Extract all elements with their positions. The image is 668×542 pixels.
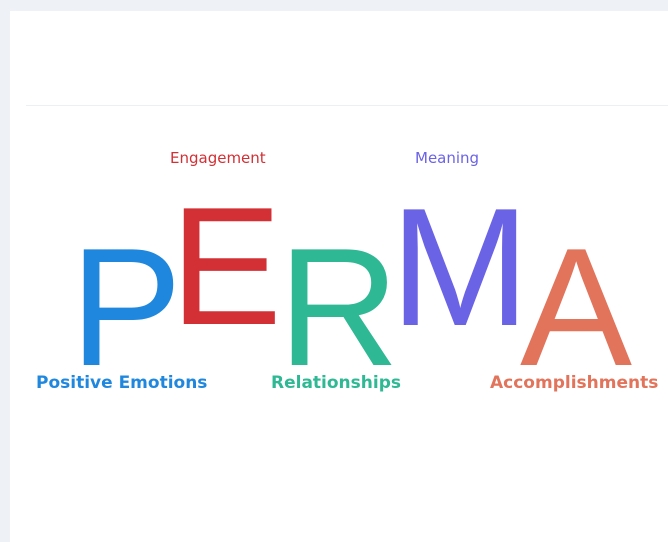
letter-a: A (520, 213, 633, 401)
label-meaning: Meaning (415, 149, 480, 167)
label-accomplishments: Accomplishments (490, 373, 659, 393)
header-divider (26, 105, 668, 106)
label-engagement: Engagement (170, 149, 266, 167)
letter-m: M (390, 173, 530, 361)
letter-r: R (278, 213, 400, 401)
label-relationships: Relationships (271, 373, 401, 393)
content-card: Engagement Meaning P E R M A Positive Em… (10, 11, 668, 542)
label-positive-emotions: Positive Emotions (36, 373, 208, 393)
letter-e: E (170, 172, 283, 360)
letter-p: P (70, 213, 183, 401)
